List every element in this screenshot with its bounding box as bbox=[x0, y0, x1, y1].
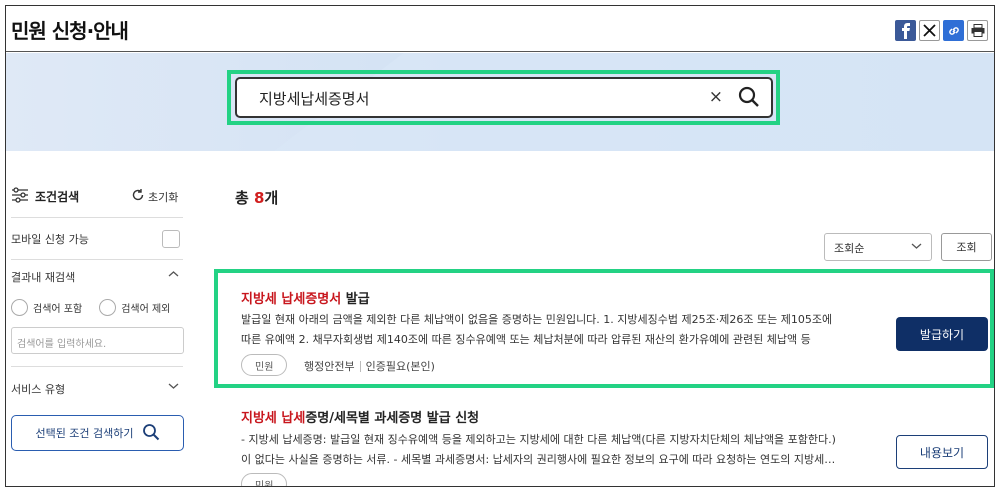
filter-sidebar: 조건검색 초기화 모바일 신청 가능 결과내 재검색 검색어 포함 검색어 제외… bbox=[6, 151, 192, 486]
results-total: 총 8개 bbox=[235, 187, 278, 208]
issue-button[interactable]: 발급하기 bbox=[896, 317, 988, 351]
mobile-filter-label: 모바일 신청 가능 bbox=[11, 233, 89, 246]
refresh-icon bbox=[131, 188, 145, 205]
sliders-icon bbox=[11, 187, 29, 206]
filter-heading: 조건검색 bbox=[11, 187, 79, 206]
chevron-down-icon bbox=[911, 240, 922, 253]
result-title[interactable]: 지방세 납세증명/세목별 과세증명 발급 신청 bbox=[241, 407, 479, 426]
reset-button[interactable]: 초기화 bbox=[131, 188, 178, 205]
result-title[interactable]: 지방세 납세증명서 발급 bbox=[241, 288, 370, 307]
sort-value: 조회순 bbox=[834, 242, 865, 255]
title-rest: 발급 bbox=[341, 292, 370, 307]
header-bar: 민원 신청·안내 bbox=[6, 6, 994, 52]
search-icon[interactable] bbox=[737, 85, 761, 113]
reset-label: 초기화 bbox=[148, 190, 179, 204]
total-suffix: 개 bbox=[264, 189, 279, 207]
clear-icon[interactable]: × bbox=[709, 87, 723, 107]
total-count: 8 bbox=[254, 189, 265, 207]
divider bbox=[11, 217, 183, 218]
search-banner: 지방세납세증명서 × bbox=[6, 53, 994, 151]
result-description: - 지방세 납세증명: 발급일 현재 징수유예액 등을 제외하고는 지방세에 대… bbox=[241, 430, 876, 470]
title-highlight: 지방세 납세증명서 bbox=[241, 292, 342, 307]
include-label: 검색어 포함 bbox=[33, 304, 83, 315]
auth-label: 인증필요(본인) bbox=[365, 360, 435, 373]
search-input[interactable]: 지방세납세증명서 × bbox=[235, 77, 773, 118]
exclude-radio[interactable] bbox=[99, 299, 117, 316]
agency-label: 행정안전부 bbox=[304, 360, 355, 373]
research-input[interactable]: 검색어를 입력하세요. bbox=[11, 327, 184, 354]
search-mode-options: 검색어 포함 검색어 제외 bbox=[11, 299, 170, 316]
title-highlight: 지방세 납세 bbox=[241, 411, 306, 426]
category-tag: 민원 bbox=[241, 354, 288, 376]
facebook-icon[interactable] bbox=[895, 20, 916, 41]
query-button[interactable]: 조회 bbox=[941, 233, 992, 261]
result-description: 발급일 현재 아래의 금액을 제외한 다른 체납액이 없음을 증명하는 민원입니… bbox=[241, 310, 876, 350]
desc-line: 따른 유예액 2. 채무자회생법 제140조에 따른 징수유예액 또는 체납처분… bbox=[241, 333, 811, 346]
apply-filter-label: 선택된 조건 검색하기 bbox=[35, 427, 134, 440]
link-icon[interactable] bbox=[943, 20, 964, 41]
x-icon[interactable] bbox=[919, 20, 940, 41]
category-tag: 민원 bbox=[241, 473, 288, 486]
total-prefix: 총 bbox=[235, 189, 255, 207]
desc-line: 발급일 현재 아래의 금액을 제외한 다른 체납액이 없음을 증명하는 민원입니… bbox=[241, 313, 833, 326]
sort-select[interactable]: 조회순 bbox=[824, 233, 932, 261]
divider bbox=[11, 366, 183, 367]
service-type-label: 서비스 유형 bbox=[11, 383, 66, 396]
research-label: 결과내 재검색 bbox=[11, 271, 76, 284]
result-meta: 행정안전부 인증필요(본인) bbox=[304, 358, 435, 374]
view-details-button[interactable]: 내용보기 bbox=[896, 435, 988, 469]
apply-filter-button[interactable]: 선택된 조건 검색하기 bbox=[11, 415, 184, 451]
chevron-down-icon[interactable] bbox=[168, 380, 179, 393]
print-icon[interactable] bbox=[967, 20, 988, 41]
exclude-label: 검색어 제외 bbox=[121, 304, 171, 315]
divider bbox=[359, 360, 361, 372]
desc-line: 이 없다는 사실을 증명하는 서류. - 세목별 과세증명서: 납세자의 권리행… bbox=[241, 453, 836, 466]
desc-line: - 지방세 납세증명: 발급일 현재 징수유예액 등을 제외하고는 지방세에 대… bbox=[241, 433, 836, 446]
page-frame: 민원 신청·안내 지방세납세증명서 × 조건검색 초기화 모바일 신청 가능 결… bbox=[5, 5, 995, 487]
mobile-checkbox[interactable] bbox=[162, 230, 180, 248]
search-value: 지방세납세증명서 bbox=[259, 90, 370, 108]
include-radio[interactable] bbox=[11, 299, 28, 316]
results-area: 총 8개 조회순 조회 지방세 납세증명서 발급 발급일 현재 아래의 금액을 … bbox=[214, 151, 994, 486]
filter-title: 조건검색 bbox=[35, 190, 80, 204]
search-icon bbox=[142, 423, 160, 444]
share-toolbar bbox=[895, 20, 988, 41]
divider bbox=[11, 259, 183, 260]
title-rest: 증명/세목별 과세증명 발급 신청 bbox=[305, 411, 480, 426]
chevron-up-icon[interactable] bbox=[168, 268, 179, 281]
page-title: 민원 신청·안내 bbox=[11, 19, 129, 43]
